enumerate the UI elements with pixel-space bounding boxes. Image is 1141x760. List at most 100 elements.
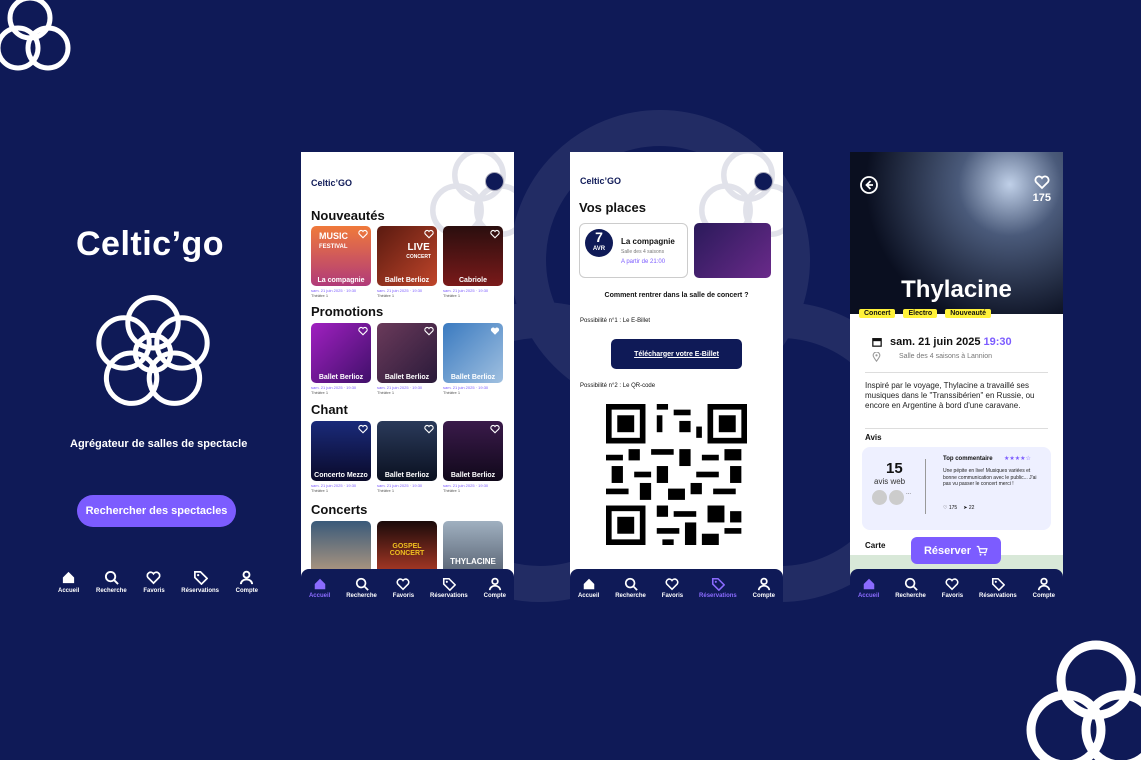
nav-account[interactable]: Compte <box>236 570 258 600</box>
event-card[interactable]: LIVE CONCERT Ballet Berlioz sam. 21 juin … <box>377 226 437 304</box>
search-shows-button[interactable]: Rechercher des spectacles <box>77 495 236 527</box>
review-count-label: avis web <box>874 477 906 486</box>
comment-like-count: 175 <box>948 505 958 511</box>
nav-label: Réservations <box>979 593 1017 599</box>
heart-icon <box>1034 175 1050 190</box>
event-venue: Théâtre 1 <box>443 293 461 298</box>
event-card[interactable]: Ballet Berlioz sam. 21 juin 2025 · 19:30… <box>377 421 437 499</box>
heart-icon-filled[interactable] <box>490 326 500 336</box>
avatar <box>889 490 904 505</box>
comment-like-button[interactable]: ♡ 175 <box>943 505 957 511</box>
row-nouveautes: MUSIC FESTIVAL La compagnie sam. 21 juin … <box>311 226 514 304</box>
brand-title: Celtic’go <box>76 225 225 263</box>
heart-icon[interactable] <box>490 424 500 434</box>
tag-nouveaute[interactable]: Nouveauté <box>945 309 991 318</box>
nav-search[interactable]: Recherche <box>96 570 127 600</box>
comment-share-button[interactable]: ➤ 22 <box>963 505 974 511</box>
nav-label: Accueil <box>308 593 331 599</box>
like-counter[interactable]: 175 <box>1033 174 1051 204</box>
event-venue: Salle des 4 saisons à Lannion <box>899 353 993 360</box>
ticket-venue: Salle des 4 saisons <box>621 249 665 255</box>
event-label: Ballet Berlioz <box>450 374 496 381</box>
bottom-nav: Accueil Recherche Favoris Réservations C… <box>570 569 783 605</box>
ticket-title: La compagnie <box>621 237 675 246</box>
section-title-chant: Chant <box>311 402 348 417</box>
event-card[interactable]: Ballet Berlioz sam. 21 juin 2025 · 19:30… <box>377 323 437 401</box>
download-ticket-button[interactable]: Télécharger votre E-Billet <box>611 339 742 369</box>
heart-icon[interactable] <box>358 424 368 434</box>
more-reviewers: ... <box>906 490 912 496</box>
celtic-knot-corner-top-left <box>0 0 71 71</box>
event-card[interactable]: Concerto Mezzo sam. 21 juin 2025 · 19:30… <box>311 421 371 499</box>
tag-electro[interactable]: Electro <box>903 309 938 318</box>
event-venue: Théâtre 1 <box>377 293 395 298</box>
tag-list: Concert Electro Nouveauté <box>859 309 991 318</box>
nav-home[interactable]: Accueil <box>309 577 330 599</box>
tagline: Agrégateur de salles de spectacle <box>70 438 248 450</box>
event-venue: Théâtre 1 <box>311 293 329 298</box>
ticket-time: A partir de 21:00 <box>621 259 666 265</box>
nav-home[interactable]: Accueil <box>58 570 79 600</box>
event-thumbnail: Ballet Berlioz <box>311 323 371 383</box>
event-card[interactable]: Ballet Berlioz sam. 21 juin 2025 · 19:30… <box>311 323 371 401</box>
event-thumbnail: LIVE CONCERT Ballet Berlioz <box>377 226 437 286</box>
nav-search[interactable]: Recherche <box>346 577 377 599</box>
nav-search[interactable]: Recherche <box>615 577 646 599</box>
event-label: THYLACINE <box>450 557 496 566</box>
nav-favorites[interactable]: Favoris <box>143 570 165 600</box>
event-card[interactable]: MUSIC FESTIVAL La compagnie sam. 21 juin … <box>311 226 371 304</box>
heart-icon[interactable] <box>358 229 368 239</box>
heart-icon[interactable] <box>424 326 434 336</box>
ticket-card[interactable]: 7 AVR La compagnie Salle des 4 saisons A … <box>579 223 688 278</box>
nav-label: Accueil <box>58 588 80 594</box>
event-card[interactable]: Ballet Berlioz sam. 21 juin 2025 · 19:30… <box>443 323 503 401</box>
option-qrcode: Possibilité n°2 : Le QR-code <box>580 383 656 389</box>
event-hero-image: 175 Thylacine <box>850 152 1063 314</box>
nav-favorites[interactable]: Favoris <box>393 577 414 599</box>
event-card[interactable]: Ballet Berlioz sam. 21 juin 2025 · 19:30… <box>443 421 503 499</box>
avatar <box>872 490 887 505</box>
profile-avatar[interactable] <box>485 172 504 191</box>
event-label: GOSPEL CONCERT <box>389 543 425 557</box>
search-icon <box>104 570 119 585</box>
back-arrow-icon[interactable] <box>860 176 878 194</box>
event-title: Thylacine <box>901 276 1012 303</box>
tag-icon <box>711 577 725 591</box>
nav-favorites[interactable]: Favoris <box>942 577 963 599</box>
nav-home[interactable]: Accueil <box>578 577 599 599</box>
qr-code <box>606 404 747 545</box>
reviews-title: Avis <box>865 433 882 442</box>
nav-reservations[interactable]: Réservations <box>181 570 219 600</box>
event-thumbnail: Cabriole <box>443 226 503 286</box>
profile-avatar[interactable] <box>754 172 773 191</box>
calendar-icon <box>872 338 882 347</box>
bottom-nav: Accueil Recherche Favoris Réservations C… <box>301 569 514 605</box>
heart-icon[interactable] <box>490 229 500 239</box>
nav-search[interactable]: Recherche <box>895 577 926 599</box>
event-card[interactable]: Cabriole sam. 21 juin 2025 · 19:30 Théâtr… <box>443 226 503 304</box>
nav-reservations[interactable]: Réservations <box>699 577 737 599</box>
nav-label: Favoris <box>941 593 964 599</box>
heart-icon[interactable] <box>424 424 434 434</box>
heart-icon[interactable] <box>424 229 434 239</box>
section-title-promotions: Promotions <box>311 304 384 319</box>
nav-account[interactable]: Compte <box>1033 577 1055 599</box>
tag-concert[interactable]: Concert <box>859 309 896 318</box>
nav-home[interactable]: Accueil <box>858 577 879 599</box>
entry-question: Comment rentrer dans la salle de concert… <box>604 292 749 299</box>
nav-reservations[interactable]: Réservations <box>430 577 468 599</box>
heart-icon[interactable] <box>358 326 368 336</box>
nav-label: Compte <box>235 588 258 594</box>
event-datetime: sam. 21 juin 2025 19:30 <box>872 336 1012 348</box>
nav-account[interactable]: Compte <box>484 577 506 599</box>
user-icon <box>757 577 770 591</box>
bottom-nav: Accueil Recherche Favoris Réservations C… <box>58 570 258 600</box>
nav-reservations[interactable]: Réservations <box>979 577 1017 599</box>
top-comment-label: Top commentaire <box>943 456 993 462</box>
celtic-knot-logo <box>96 295 210 406</box>
reserve-button[interactable]: Réserver <box>911 537 1001 564</box>
nav-account[interactable]: Compte <box>753 577 775 599</box>
bottom-nav: Accueil Recherche Favoris Réservations C… <box>850 569 1063 605</box>
nav-label: Compte <box>1032 593 1055 599</box>
nav-favorites[interactable]: Favoris <box>662 577 683 599</box>
